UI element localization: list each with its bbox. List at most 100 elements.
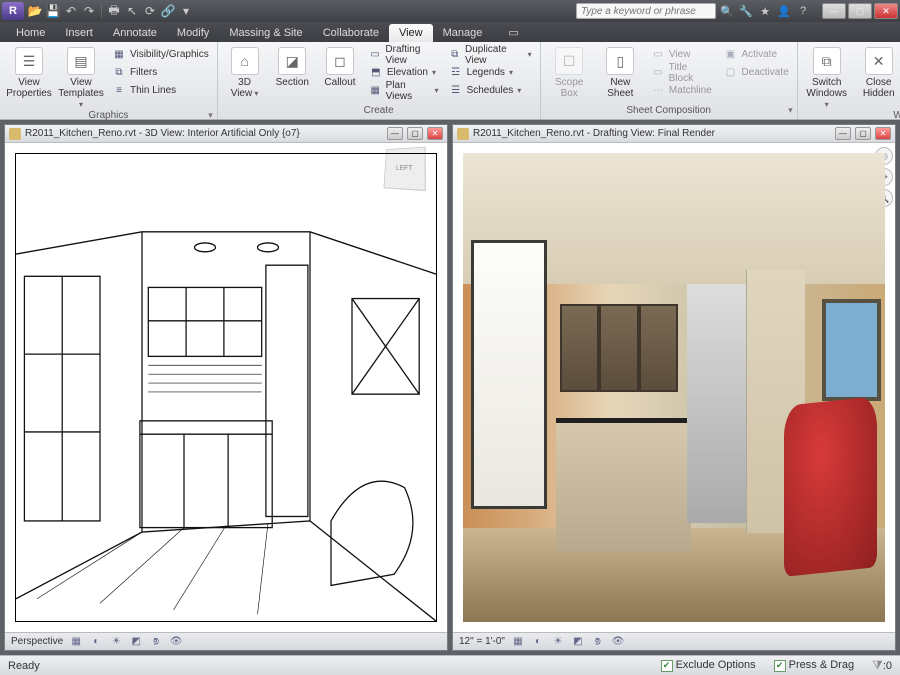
app-menu-button[interactable]: R [2,2,24,20]
document-window-left: R2011_Kitchen_Reno.rvt - 3D View: Interi… [4,124,448,651]
doc-close-button[interactable]: ✕ [427,127,443,140]
sun-path-icon[interactable]: ☀ [551,635,565,649]
undo-icon[interactable]: ↶ [63,3,79,19]
viewport-3d[interactable]: LEFT [5,143,447,632]
thin-lines-button[interactable]: ≡Thin Lines [110,82,211,99]
tab-insert[interactable]: Insert [55,24,103,42]
panel-expand-icon[interactable]: ▾ [208,110,213,121]
line-drawing [15,153,437,622]
redo-icon[interactable]: ↷ [81,3,97,19]
doc-maximize-button[interactable]: ▢ [407,127,423,140]
callout-button[interactable]: ◻ Callout [319,44,361,105]
quick-access-toolbar: 📂 💾 ↶ ↷ 🖶 ↖ ⟳ 🔗 ▾ [27,3,194,19]
tab-modify[interactable]: Modify [167,24,219,42]
tab-manage[interactable]: Manage [433,24,493,42]
person-icon[interactable]: 👤 [776,3,792,19]
save-icon[interactable]: 💾 [45,3,61,19]
visibility-graphics-button[interactable]: ▦ Visibility/Graphics [110,46,211,63]
selection-filter-button[interactable]: ⧩:0 [872,658,892,673]
panel-expand-icon[interactable]: ▾ [788,105,793,116]
label: Duplicate View [465,44,524,66]
label: Matchline [669,85,712,96]
label: Section [276,77,309,88]
scopebox-icon: ☐ [555,47,583,75]
doc-minimize-button[interactable]: — [387,127,403,140]
separator [101,4,102,18]
label: Callout [324,77,355,88]
viewport-render[interactable]: ◎ ✥ 🔍 [453,143,895,632]
doc-maximize-button[interactable]: ▢ [855,127,871,140]
sun-path-icon[interactable]: ☀ [109,635,123,649]
doc-close-button[interactable]: ✕ [875,127,891,140]
duplicate-view-button[interactable]: ⧉Duplicate View [447,46,534,63]
document-titlebar[interactable]: R2011_Kitchen_Reno.rvt - Drafting View: … [453,125,895,143]
crop-icon[interactable]: ⟄ [591,635,605,649]
view-templates-button[interactable]: ▤ ViewTemplates [58,44,104,110]
star-icon[interactable]: ★ [757,3,773,19]
sync-icon[interactable]: ⟳ [142,3,158,19]
print-icon[interactable]: 🖶 [106,3,122,19]
pointer-icon[interactable]: ↖ [124,3,140,19]
close-hidden-button[interactable]: ✕ CloseHidden [856,44,900,110]
plan-views-button[interactable]: ▦Plan Views [367,82,441,99]
detail-level-icon[interactable]: ▦ [69,635,83,649]
label: Title Block [669,62,714,84]
drafting-view-button[interactable]: ▭Drafting View [367,46,441,63]
tab-home[interactable]: Home [6,24,55,42]
help-icon[interactable]: ? [795,3,811,19]
legends-button[interactable]: ☲Legends [447,64,534,81]
tab-massing-site[interactable]: Massing & Site [219,24,312,42]
section-button[interactable]: ◪ Section [271,44,313,105]
render-island [556,418,691,552]
minimize-button[interactable]: — [822,3,846,19]
label: SwitchWindows [804,77,850,110]
label: CloseHidden [863,77,895,99]
doc-minimize-button[interactable]: — [835,127,851,140]
activate-button: ▣Activate [721,46,790,63]
open-icon[interactable]: 📂 [27,3,43,19]
tab-collaborate[interactable]: Collaborate [313,24,389,42]
visual-style-icon[interactable]: ◐ [89,635,103,649]
label: Drafting View [385,44,438,66]
document-window-right: R2011_Kitchen_Reno.rvt - Drafting View: … [452,124,896,651]
document-titlebar[interactable]: R2011_Kitchen_Reno.rvt - 3D View: Interi… [5,125,447,143]
search-input[interactable] [576,3,716,19]
label: Plan Views [386,80,431,102]
press-drag-toggle[interactable]: ✔Press & Drag [774,659,854,672]
window-controls: — ▢ ✕ [820,3,898,19]
title-block-button: ▭ Title Block [649,64,716,81]
close-button[interactable]: ✕ [874,3,898,19]
exclude-options-toggle[interactable]: ✔Exclude Options [661,659,756,672]
binoculars-icon[interactable]: 🔍 [719,3,735,19]
visual-style-icon[interactable]: ◐ [531,635,545,649]
3d-view-button[interactable]: ⌂ 3DView [224,44,266,105]
filter-count: :0 [883,660,892,672]
render-wall-art [822,299,881,401]
qat-dropdown-icon[interactable]: ▾ [178,3,194,19]
switch-windows-button[interactable]: ⧉ SwitchWindows [804,44,850,110]
crop-icon[interactable]: ⟄ [149,635,163,649]
hide-icon[interactable]: 👁 [169,635,183,649]
tab-view[interactable]: View [389,24,433,42]
ribbon: ☰ ViewProperties ▤ ViewTemplates ▦ Visibi… [0,42,900,120]
label: Visibility/Graphics [130,49,209,60]
hide-icon[interactable]: 👁 [611,635,625,649]
titleblock-icon: ▭ [651,66,665,80]
wrench-icon[interactable]: 🔧 [738,3,754,19]
sheet-view-button: ▭View [649,46,716,63]
panel-title: Graphics▾ [6,110,211,121]
detail-level-icon[interactable]: ▦ [511,635,525,649]
elevation-button[interactable]: ⬒Elevation [367,64,441,81]
shadows-icon[interactable]: ◩ [571,635,585,649]
status-bar: Ready ✔Exclude Options ✔Press & Drag ⧩:0 [0,655,900,675]
link-icon[interactable]: 🔗 [160,3,176,19]
shadows-icon[interactable]: ◩ [129,635,143,649]
vg-icon: ▦ [112,48,126,62]
tab-addins-icon[interactable]: ▭ [498,23,528,42]
maximize-button[interactable]: ▢ [848,3,872,19]
view-properties-button[interactable]: ☰ ViewProperties [6,44,52,110]
tab-annotate[interactable]: Annotate [103,24,167,42]
new-sheet-button[interactable]: ▯ NewSheet [598,44,643,105]
filters-button[interactable]: ⧉Filters [110,64,211,81]
schedules-button[interactable]: ☰Schedules [447,82,534,99]
